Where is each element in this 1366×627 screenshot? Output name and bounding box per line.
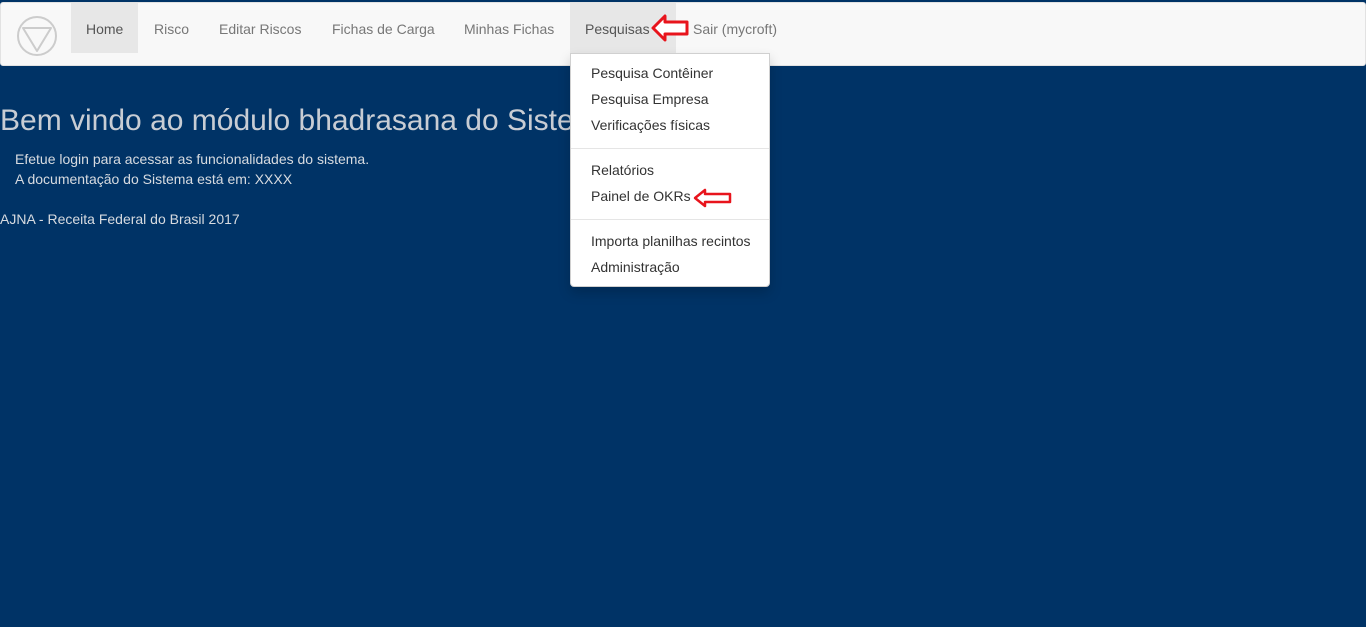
nav-minhas-fichas[interactable]: Minhas Fichas: [449, 3, 569, 53]
menu-item-pesquisa-empresa[interactable]: Pesquisa Empresa: [571, 87, 769, 113]
footer-text: AJNA - Receita Federal do Brasil 2017: [0, 211, 240, 227]
menu-divider: [571, 148, 769, 149]
nav-editar-riscos[interactable]: Editar Riscos: [204, 3, 316, 53]
login-instruction: Efetue login para acessar as funcionalid…: [15, 151, 370, 167]
annotation-arrow-icon: [651, 14, 689, 42]
welcome-heading: Bem vindo ao módulo bhadrasana do Sistem…: [0, 104, 616, 137]
menu-item-painel-okrs[interactable]: Painel de OKRs: [571, 184, 769, 210]
logo-icon[interactable]: [16, 15, 58, 57]
pesquisas-dropdown-menu: Pesquisa Contêiner Pesquisa Empresa Veri…: [570, 53, 770, 287]
nav-risco[interactable]: Risco: [139, 3, 204, 53]
menu-item-importa-planilhas[interactable]: Importa planilhas recintos: [571, 229, 769, 255]
nav-sair[interactable]: Sair (mycroft): [678, 3, 792, 53]
menu-item-administracao[interactable]: Administração: [571, 255, 769, 281]
menu-item-pesquisa-conteiner[interactable]: Pesquisa Contêiner: [571, 61, 769, 87]
nav-home[interactable]: Home: [71, 3, 139, 53]
nav-fichas-de-carga[interactable]: Fichas de Carga: [317, 3, 450, 53]
menu-item-verificacoes-fisicas[interactable]: Verificações físicas: [571, 113, 769, 139]
documentation-info: A documentação do Sistema está em: XXXX: [15, 171, 293, 187]
menu-divider: [571, 219, 769, 220]
menu-item-relatorios[interactable]: Relatórios: [571, 158, 769, 184]
annotation-arrow-icon: [693, 188, 732, 208]
